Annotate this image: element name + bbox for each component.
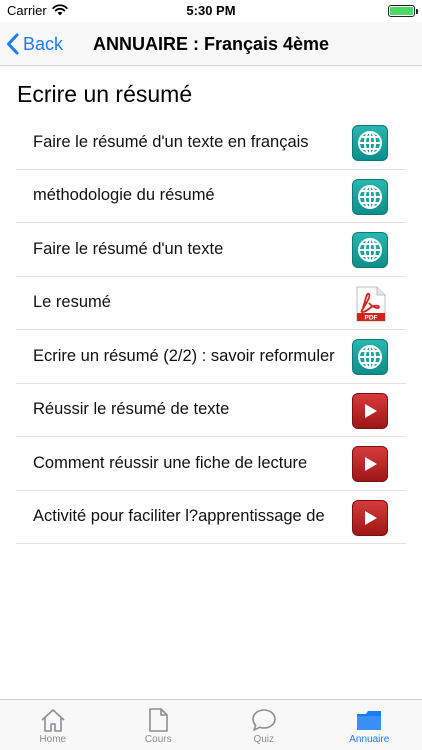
tab-label: Cours — [144, 734, 172, 745]
globe-icon — [352, 125, 388, 161]
page-title: ANNUAIRE : Français 4ème — [92, 34, 330, 54]
list-item-label: Ecrire un résumé (2/2) : savoir reformul… — [33, 346, 335, 365]
list-item-label: Faire le résumé d'un texte — [33, 239, 224, 258]
tab-bar: Home Cours Quiz Annuaire — [0, 699, 422, 750]
list-item-label: Le resumé — [33, 293, 111, 312]
status-bar: Carrier 5:30 PM — [0, 0, 422, 22]
list-item[interactable]: Le resumé PDF — [16, 277, 406, 330]
list-item[interactable]: méthodologie du résumé — [16, 170, 406, 223]
list-item-label: méthodologie du résumé — [33, 186, 215, 205]
list-item[interactable]: Comment réussir une fiche de lecture — [16, 437, 406, 491]
tab-label: Home — [39, 734, 67, 745]
pdf-icon: PDF — [352, 286, 388, 322]
list-item-label: Réussir le résumé de texte — [33, 400, 230, 419]
list-item[interactable]: Réussir le résumé de texte — [16, 384, 406, 437]
video-play-icon — [352, 446, 388, 482]
tab-annuaire[interactable]: Annuaire — [317, 700, 422, 750]
video-play-icon — [352, 392, 388, 429]
globe-icon — [352, 339, 388, 375]
list-item[interactable]: Activité pour faciliter l?apprentissage … — [16, 491, 406, 544]
pdf-icon-text: PDF — [365, 314, 378, 321]
tab-quiz[interactable]: Quiz — [211, 700, 317, 750]
tab-home[interactable]: Home — [0, 700, 106, 750]
tab-label: Annuaire — [349, 734, 390, 745]
globe-icon — [352, 178, 388, 215]
chat-bubble-icon — [251, 709, 276, 731]
status-time: 5:30 PM — [186, 3, 236, 18]
list-item-label: Activité pour faciliter l?apprentissage … — [33, 507, 325, 526]
resource-list: Faire le résumé d'un texte en français m… — [16, 116, 406, 544]
section-title: Ecrire un résumé — [17, 81, 193, 107]
battery-icon — [388, 5, 418, 17]
home-icon — [41, 709, 65, 732]
list-item[interactable]: Faire le résumé d'un texte — [16, 223, 406, 277]
folder-icon — [357, 711, 382, 730]
document-icon — [149, 708, 169, 732]
tab-label: Quiz — [253, 734, 275, 745]
list-item[interactable]: Faire le résumé d'un texte en français — [16, 116, 406, 170]
list-item-label: Faire le résumé d'un texte en français — [33, 132, 309, 151]
list-item[interactable]: Ecrire un résumé (2/2) : savoir reformul… — [16, 330, 406, 384]
video-play-icon — [352, 499, 388, 536]
list-item-label: Comment réussir une fiche de lecture — [33, 453, 308, 472]
globe-icon — [352, 232, 388, 268]
tab-cours[interactable]: Cours — [106, 700, 212, 750]
navigation-bar: Back ANNUAIRE : Français 4ème — [0, 22, 422, 66]
